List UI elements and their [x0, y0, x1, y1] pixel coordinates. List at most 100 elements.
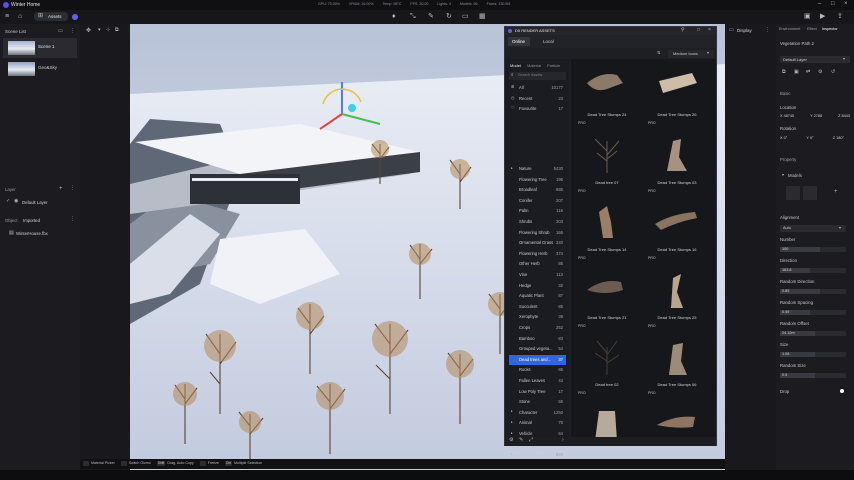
category-item[interactable]: Shrubs 303	[509, 217, 566, 228]
filter-icon[interactable]: ⇅	[657, 51, 660, 55]
ai-assistant-icon[interactable]	[72, 14, 78, 20]
chevron-down-icon[interactable]: ▾	[782, 173, 784, 177]
maximize-icon[interactable]: □	[831, 1, 835, 7]
menu-icon[interactable]: ≡	[5, 13, 9, 20]
brush-icon[interactable]: ✎	[428, 13, 434, 20]
expand-arrow-icon[interactable]: ▸	[511, 166, 513, 171]
tab-model[interactable]: Model	[510, 64, 521, 68]
assets-button[interactable]: ⊞ Assets	[34, 12, 68, 21]
asset-card[interactable]	[644, 399, 710, 466]
snap-icon[interactable]: ⊹	[106, 28, 110, 33]
asset-card[interactable]: Dead Tree Stumps 26 PRO	[644, 61, 710, 128]
asset-card[interactable]: Dead Tree Stumps 06 PRO	[644, 331, 710, 398]
pin-icon[interactable]: ⚲	[681, 28, 685, 33]
display-more-icon[interactable]: ⋮	[765, 28, 770, 33]
location-x[interactable]: X 48745	[780, 114, 794, 122]
category-item[interactable]: Bamboo 83	[509, 334, 566, 345]
camera-tool-icon[interactable]: ▭	[462, 13, 469, 20]
tab-material[interactable]: Material	[527, 64, 541, 68]
scene-item-1[interactable]: Scene 1	[3, 38, 77, 58]
tab-inspector[interactable]: Inspector	[822, 27, 838, 32]
tab-effect[interactable]: Effect	[807, 27, 817, 32]
category-item[interactable]: Ornamental Grass 340	[509, 238, 566, 249]
category-item[interactable]: Vine 113	[509, 270, 566, 281]
layer-more-icon[interactable]: ⋮	[70, 186, 75, 191]
category-item[interactable]: Flowering Tree 196	[509, 175, 566, 186]
view-size-dropdown[interactable]: Medium Icons ▾	[668, 49, 714, 58]
video-render-icon[interactable]: ▶	[820, 13, 825, 20]
category-item[interactable]: ▸ Character 1250	[509, 408, 566, 419]
imported-tab[interactable]: Imported	[23, 218, 40, 223]
category-item[interactable]: Fallen Leaves 43	[509, 376, 566, 387]
copy-icon[interactable]: ⧉	[782, 70, 786, 75]
category-item[interactable]: ▸ Nature 5430	[509, 164, 566, 175]
category-item[interactable]: Broadleaf 686	[509, 185, 566, 196]
location-fields[interactable]: X 48745 Y 2788 Z 8443	[780, 114, 850, 122]
category-item[interactable]: Other Herb 85	[509, 259, 566, 270]
category-favourite[interactable]: ♡ Favourite 17	[509, 104, 566, 115]
add-layer-icon[interactable]: +	[59, 186, 63, 192]
asset-card[interactable]: Dead Tree Stumps 16 PRO	[644, 196, 710, 263]
edit-icon[interactable]: ✎	[519, 438, 523, 443]
number-slider[interactable]: 100	[780, 247, 846, 252]
category-item[interactable]: Low Poly Tree 17	[509, 387, 566, 398]
search-input[interactable]: ⌕ Search Assets	[509, 72, 566, 80]
rotation-x[interactable]: X 0°	[780, 136, 787, 144]
close-icon[interactable]: ×	[844, 1, 848, 7]
layer-row[interactable]: ✓ ◉ Default Layer	[3, 198, 77, 207]
minimize-icon[interactable]: –	[818, 1, 821, 7]
category-item[interactable]: Rocks 86	[509, 365, 566, 376]
measure-icon[interactable]: ⤡	[410, 13, 416, 20]
dropdown-chevron-icon[interactable]: ▾	[98, 28, 101, 33]
asset-card[interactable]: Dead Tree Stumps 03 PRO	[644, 129, 710, 196]
settings-icon[interactable]: ⚙	[818, 70, 822, 75]
rotation-y[interactable]: Y 0°	[806, 136, 813, 144]
expand-arrow-icon[interactable]: ▸	[511, 431, 513, 436]
category-item[interactable]: Succulent 86	[509, 302, 566, 313]
asset-card[interactable]: Dead tree 07 PRO	[574, 129, 640, 196]
category-item[interactable]: Conifer 207	[509, 196, 566, 207]
image-render-icon[interactable]: ▣	[804, 13, 811, 20]
tab-particle[interactable]: Particle	[547, 64, 560, 68]
link-icon[interactable]: ⤢	[529, 438, 533, 443]
close-panel-icon[interactable]: ×	[708, 28, 711, 33]
eye-icon[interactable]: ◉	[14, 199, 18, 204]
category-item[interactable]: ▸ Animal 78	[509, 418, 566, 429]
category-item[interactable]: Flowering Herb 374	[509, 249, 566, 260]
category-recent[interactable]: ◷ Recent 23	[509, 94, 566, 105]
location-y[interactable]: Y 2788	[810, 114, 822, 122]
random-direction-slider[interactable]: 0.85	[780, 289, 846, 294]
asset-card[interactable]: Dead tree 02 PRO	[574, 331, 640, 398]
reset-icon[interactable]: ↺	[831, 70, 835, 75]
expand-icon[interactable]: □	[697, 28, 700, 33]
tab-online[interactable]: Online	[508, 37, 530, 46]
random-spacing-slider[interactable]: 0.49	[780, 310, 846, 315]
category-item[interactable]: Aquatic Plant 87	[509, 291, 566, 302]
transform-icon[interactable]: ✥	[86, 28, 91, 34]
tab-environment[interactable]: Environment	[779, 27, 800, 32]
asset-card[interactable]: Dead Tree Stumps 25 PRO	[644, 264, 710, 331]
category-item[interactable]: Stone 55	[509, 397, 566, 408]
drop-toggle[interactable]	[840, 389, 844, 393]
path-icon[interactable]: ↻	[446, 13, 452, 20]
tab-local[interactable]: Local	[543, 39, 554, 45]
object-more-icon[interactable]: ⋮	[70, 217, 75, 222]
asset-card[interactable]	[574, 399, 640, 466]
expand-arrow-icon[interactable]: ▸	[511, 452, 513, 457]
basic-section[interactable]: Basic	[780, 91, 791, 96]
random-size-slider[interactable]: 0.5	[780, 373, 846, 378]
asset-card[interactable]: Dead Tree Stumps 14 PRO	[574, 196, 640, 263]
scene-item-2[interactable]: Geo&Sky	[3, 59, 77, 79]
model-thumb[interactable]	[786, 186, 800, 200]
rotation-z[interactable]: Z 180°	[833, 136, 844, 144]
group-icon[interactable]: ▣	[794, 70, 799, 75]
asset-card[interactable]: Dead Tree Stumps 24 PRO	[574, 61, 640, 128]
light-icon[interactable]: ♦	[392, 13, 396, 20]
category-item[interactable]: Grouped vegeta... 54	[509, 344, 566, 355]
category-item[interactable]: Palm 116	[509, 206, 566, 217]
expand-arrow-icon[interactable]: ▸	[511, 420, 513, 425]
replace-icon[interactable]: ⇄	[806, 70, 810, 75]
random-offset-slider[interactable]: 24.12m	[780, 331, 846, 336]
size-slider[interactable]: 1.08	[780, 352, 846, 357]
alignment-dropdown[interactable]: Auto ▾	[780, 225, 846, 232]
